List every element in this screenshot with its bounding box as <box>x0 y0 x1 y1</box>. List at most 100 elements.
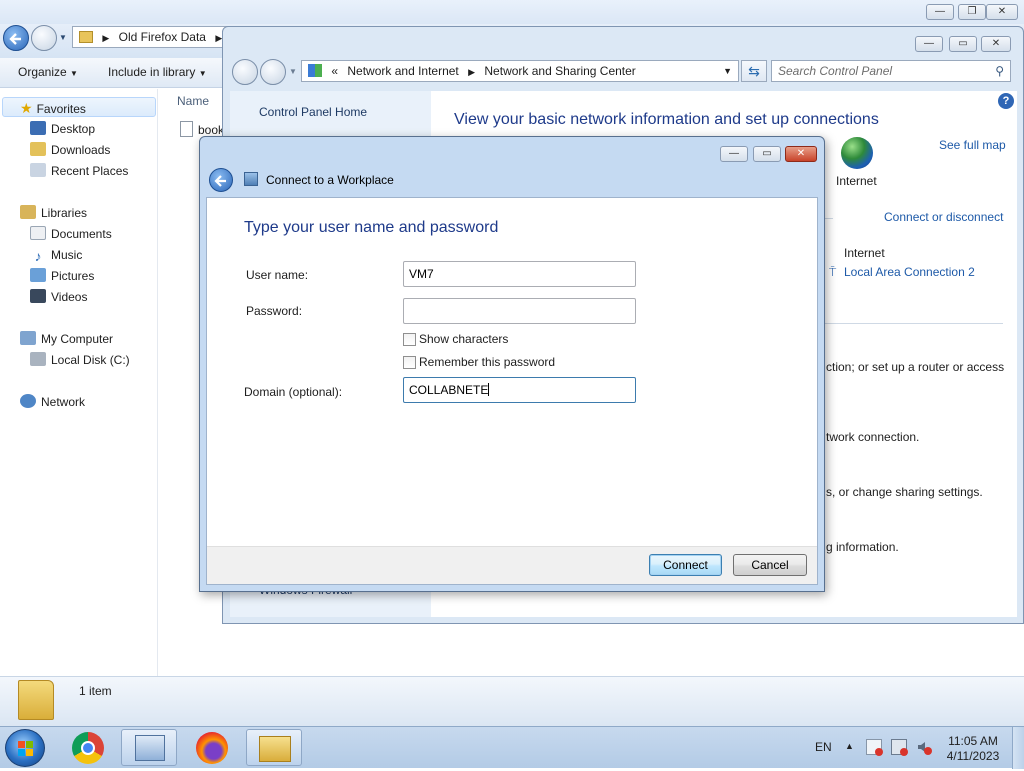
nav-videos[interactable]: Videos <box>30 287 87 307</box>
explorer-minimize-button[interactable]: — <box>926 4 954 20</box>
clock[interactable]: 11:05 AM 4/11/2023 <box>946 734 1000 764</box>
cpanel-close-button[interactable]: ✕ <box>981 36 1011 52</box>
connect-to-workplace-dialog: — ▭ ✕ Connect to a Workplace Type your u… <box>199 136 825 592</box>
nav-music-label: Music <box>51 248 82 262</box>
see-full-map-link[interactable]: See full map <box>939 138 1006 152</box>
control-panel-home-link[interactable]: Control Panel Home <box>259 105 367 119</box>
nav-libraries[interactable]: Libraries <box>20 203 87 223</box>
cpanel-address-bar[interactable]: « Network and Internet ▶ Network and Sha… <box>301 60 739 82</box>
globe-icon[interactable] <box>841 137 873 169</box>
control-panel-taskbar-button[interactable] <box>121 729 177 766</box>
nav-desktop[interactable]: Desktop <box>30 119 95 139</box>
libraries-icon <box>20 205 36 219</box>
cpanel-minimize-button[interactable]: — <box>915 36 943 52</box>
local-area-connection-link[interactable]: Local Area Connection 2 <box>844 265 975 279</box>
dialog-title: Connect to a Workplace <box>266 173 394 187</box>
organize-label: Organize <box>18 65 67 79</box>
firefox-taskbar-button[interactable] <box>184 729 240 766</box>
show-hidden-icons-button[interactable]: ▲ <box>845 741 854 751</box>
nav-pictures[interactable]: Pictures <box>30 266 94 286</box>
cancel-button[interactable]: Cancel <box>733 554 807 576</box>
connect-or-disconnect-link[interactable]: Connect or disconnect <box>884 210 1003 224</box>
explorer-address-bar[interactable]: ▶ Old Firefox Data ▶ 6 <box>72 26 232 48</box>
nav-videos-label: Videos <box>51 290 87 304</box>
remember-password-checkbox[interactable] <box>403 356 416 369</box>
dialog-back-button[interactable] <box>209 168 233 192</box>
dialog-footer <box>207 546 817 584</box>
dialog-minimize-button[interactable]: — <box>720 146 748 162</box>
recent-pages-dropdown-icon[interactable]: ▼ <box>59 33 67 42</box>
nav-documents[interactable]: Documents <box>30 224 112 244</box>
section-divider <box>825 218 833 219</box>
include-in-library-label: Include in library <box>108 65 195 79</box>
start-button[interactable] <box>5 729 45 767</box>
organize-button[interactable]: Organize ▼ <box>18 58 78 88</box>
nav-network-label: Network <box>41 395 85 409</box>
explorer-close-button[interactable]: ✕ <box>986 4 1018 20</box>
chevron-down-icon: ▼ <box>70 69 78 78</box>
nav-music[interactable]: ♪ Music <box>30 245 82 265</box>
nav-my-computer[interactable]: My Computer <box>20 329 113 349</box>
music-icon: ♪ <box>30 246 46 260</box>
nav-my-computer-label: My Computer <box>41 332 113 346</box>
nav-downloads-label: Downloads <box>51 143 110 157</box>
cpanel-restore-button[interactable]: ▭ <box>949 36 977 52</box>
nav-recent-places[interactable]: Recent Places <box>30 161 128 181</box>
refresh-icon[interactable]: ⇆ <box>741 60 767 82</box>
column-header-name[interactable]: Name <box>177 94 209 108</box>
domain-input[interactable]: COLLABNETE <box>403 377 636 403</box>
username-input[interactable]: VM7 <box>403 261 636 287</box>
explorer-taskbar-button[interactable] <box>246 729 302 766</box>
dialog-close-button[interactable]: ✕ <box>785 146 817 162</box>
explorer-forward-button[interactable] <box>31 25 57 51</box>
cpanel-forward-button[interactable] <box>260 59 286 85</box>
clock-time: 11:05 AM <box>946 734 1000 749</box>
connect-button[interactable]: Connect <box>649 554 722 576</box>
explorer-restore-button[interactable]: ❐ <box>958 4 986 20</box>
file-item[interactable]: book <box>198 123 224 137</box>
folder-icon <box>259 736 291 762</box>
include-in-library-button[interactable]: Include in library ▼ <box>108 58 207 88</box>
help-icon[interactable]: ? <box>998 93 1014 109</box>
domain-label: Domain (optional): <box>244 385 342 399</box>
breadcrumb-network-and-sharing-center[interactable]: Network and Sharing Center <box>484 64 635 78</box>
action-center-icon[interactable] <box>866 739 882 755</box>
language-indicator[interactable]: EN <box>815 740 832 754</box>
username-label: User name: <box>246 268 308 282</box>
nav-libraries-label: Libraries <box>41 206 87 220</box>
control-panel-icon <box>308 64 322 77</box>
remember-password-label[interactable]: Remember this password <box>419 355 555 369</box>
control-panel-icon <box>135 735 165 761</box>
firefox-icon <box>196 732 228 764</box>
recent-places-icon <box>30 163 46 177</box>
back-arrow-icon <box>4 26 30 52</box>
nav-downloads[interactable]: Downloads <box>30 140 110 160</box>
show-characters-label[interactable]: Show characters <box>419 332 508 346</box>
cpanel-search-input[interactable]: Search Control Panel ⚲ <box>771 60 1011 82</box>
downloads-folder-icon <box>30 142 46 156</box>
dialog-maximize-button[interactable]: ▭ <box>753 146 781 162</box>
address-overflow-chevron[interactable]: « <box>331 64 338 78</box>
nav-local-disk[interactable]: Local Disk (C:) <box>30 350 130 370</box>
chevron-down-icon[interactable]: ▼ <box>723 61 732 81</box>
nav-favorites[interactable]: ★Favorites <box>2 97 156 117</box>
show-characters-checkbox[interactable] <box>403 333 416 346</box>
task-description-3: s, or change sharing settings. <box>826 485 983 499</box>
clock-date: 4/11/2023 <box>946 749 1000 764</box>
star-icon: ★ <box>20 100 33 116</box>
cpanel-back-button[interactable] <box>232 59 258 85</box>
volume-icon[interactable] <box>916 739 932 755</box>
search-icon: ⚲ <box>995 61 1004 81</box>
breadcrumb-item[interactable]: Old Firefox Data <box>119 30 206 44</box>
recent-pages-dropdown-icon[interactable]: ▼ <box>289 67 297 76</box>
breadcrumb-network-and-internet[interactable]: Network and Internet <box>347 64 458 78</box>
password-input[interactable] <box>403 298 636 324</box>
show-desktop-button[interactable] <box>1012 727 1024 769</box>
page-title: View your basic network information and … <box>454 111 879 129</box>
disk-drive-icon <box>30 352 46 366</box>
task-description-4: g information. <box>826 540 899 554</box>
nav-network[interactable]: Network <box>20 392 85 412</box>
chrome-taskbar-button[interactable] <box>60 729 116 766</box>
explorer-back-button[interactable] <box>3 25 29 51</box>
network-status-icon[interactable] <box>891 739 907 755</box>
